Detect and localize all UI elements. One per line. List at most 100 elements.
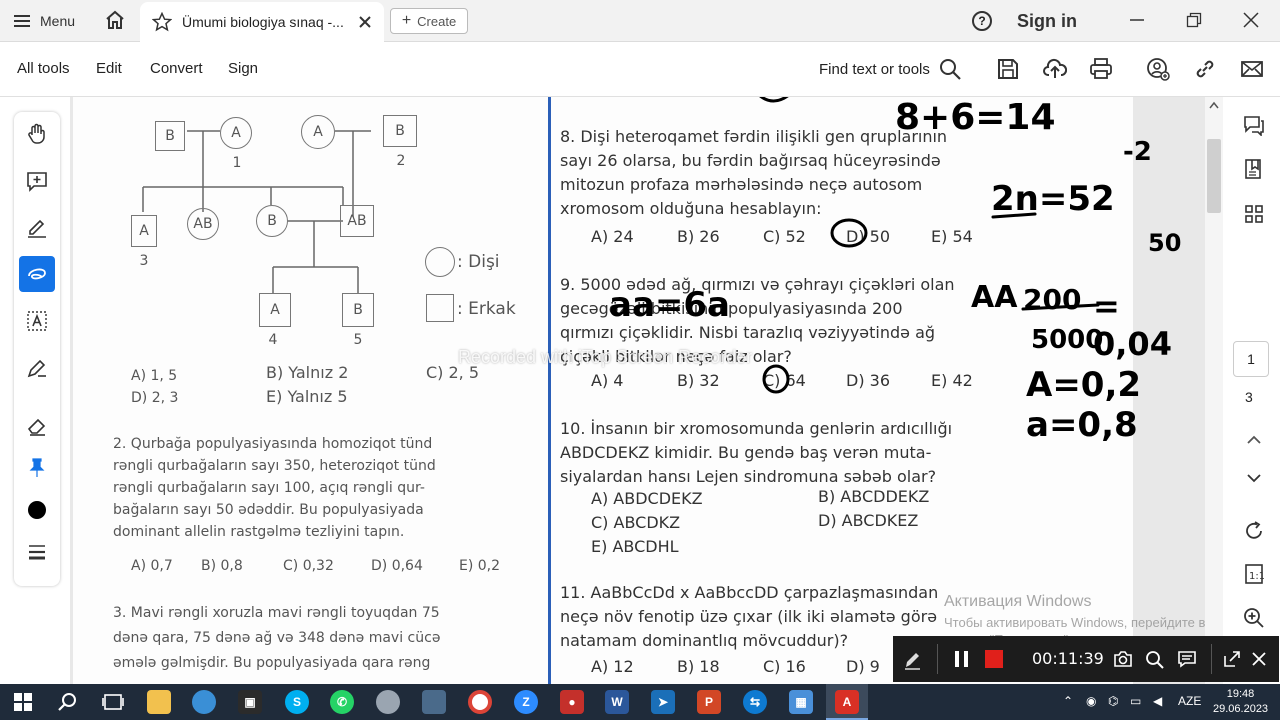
hand-tool-icon[interactable] — [23, 120, 51, 148]
pause-icon[interactable] — [953, 650, 971, 668]
home-icon — [106, 10, 124, 29]
handwriting-200: 200 — [1023, 283, 1082, 316]
plus-icon: + — [401, 12, 412, 29]
text-select-icon[interactable] — [23, 307, 51, 335]
word-icon[interactable]: W — [605, 690, 629, 714]
handwriting-minus2: -2 — [1123, 137, 1152, 167]
sign-in-button[interactable]: Sign in — [1017, 11, 1077, 32]
calculator-icon[interactable]: ▦ — [789, 690, 813, 714]
comments-icon[interactable] — [1241, 112, 1267, 138]
highlight-icon[interactable] — [23, 213, 51, 241]
recorder-app-icon[interactable]: ● — [560, 690, 584, 714]
pin-icon[interactable] — [23, 454, 51, 482]
bookmarks-icon[interactable] — [1241, 156, 1267, 182]
tray-chevron-icon[interactable]: ⌃ — [1063, 694, 1073, 708]
handwriting-result: = 0,04 — [1093, 287, 1172, 363]
all-tools-menu[interactable]: All tools — [17, 60, 70, 77]
zoom-icon[interactable] — [1145, 650, 1165, 670]
email-icon[interactable] — [1240, 57, 1264, 81]
screenshot-camera-icon[interactable] — [1113, 650, 1133, 668]
clock-date: 29.06.2023 — [1213, 703, 1269, 715]
create-label: Create — [417, 13, 457, 29]
star-icon[interactable] — [152, 12, 172, 32]
handwriting-2n: 2n=52 — [991, 179, 1115, 219]
minimize-icon[interactable] — [1127, 10, 1147, 30]
tools-rail — [14, 112, 60, 586]
store-icon[interactable]: ▣ — [238, 690, 262, 714]
zoom-in-icon[interactable] — [1241, 605, 1267, 631]
print-icon[interactable] — [1089, 57, 1113, 81]
scrollbar-thumb[interactable] — [1207, 139, 1221, 213]
windows-start-icon[interactable] — [11, 690, 35, 714]
close-window-icon[interactable] — [1241, 10, 1261, 30]
thumbnails-icon[interactable] — [1241, 201, 1267, 227]
clock[interactable]: 19:48 29.06.2023 — [1213, 687, 1268, 717]
file-explorer-icon[interactable] — [147, 690, 171, 714]
page-number-input[interactable]: 1 — [1233, 341, 1269, 377]
chrome-icon[interactable] — [468, 690, 492, 714]
send-app-icon[interactable]: ➤ — [651, 690, 675, 714]
activation-line-1: Чтобы активировать Windows, перейдите в — [944, 615, 1206, 630]
battery-icon[interactable]: ▭ — [1130, 694, 1141, 708]
task-view-icon[interactable] — [101, 690, 125, 714]
recorder-separator — [937, 644, 938, 674]
fit-page-icon[interactable]: 1:1 — [1241, 561, 1267, 587]
teamviewer-icon[interactable]: ⇆ — [743, 690, 767, 714]
line-weight-icon[interactable] — [23, 538, 51, 566]
skype-icon[interactable]: S — [285, 690, 309, 714]
search-icon[interactable] — [938, 57, 962, 81]
help-icon[interactable]: ? — [972, 11, 992, 31]
expand-icon[interactable] — [1223, 650, 1241, 668]
find-text-button[interactable]: Find text or tools — [819, 61, 930, 78]
page-up-icon[interactable] — [1241, 427, 1267, 453]
edit-menu[interactable]: Edit — [96, 60, 122, 77]
close-recorder-icon[interactable] — [1251, 651, 1267, 667]
zoom-app-icon[interactable]: Z — [514, 690, 538, 714]
restore-icon[interactable] — [1184, 10, 1204, 30]
link-icon[interactable] — [1193, 57, 1217, 81]
stop-record-icon[interactable] — [985, 650, 1003, 668]
sign-pen-icon[interactable] — [23, 354, 51, 382]
paint-app-icon[interactable] — [192, 690, 216, 714]
handwriting-A: A=0,2 — [1026, 365, 1142, 405]
page-total: 3 — [1245, 389, 1253, 405]
acrobat-taskbar-button[interactable]: A — [826, 684, 868, 720]
svg-text:1:1: 1:1 — [1249, 571, 1264, 582]
document-tab[interactable]: Ümumi biologiya sınaq -... — [140, 2, 384, 42]
eraser-icon[interactable] — [23, 412, 51, 440]
vertical-scrollbar[interactable] — [1205, 97, 1223, 685]
save-icon[interactable] — [996, 57, 1020, 81]
taskbar-search-icon[interactable] — [56, 690, 80, 714]
clock-time: 19:48 — [1226, 688, 1255, 700]
recorder-watermark: Recorded with iTop Screen Recorder — [458, 347, 753, 367]
language-indicator[interactable]: AZE — [1178, 694, 1201, 708]
whatsapp-icon[interactable]: ✆ — [330, 690, 354, 714]
windows-taskbar: ▣ S ✆ Z ● W ➤ P ⇆ ▦ A ⌃ ◉ ⌬ ▭ ◀ AZE 19:4… — [0, 684, 1280, 720]
caption-icon[interactable] — [1177, 650, 1197, 668]
home-button[interactable] — [104, 9, 126, 31]
app-icon[interactable] — [376, 690, 400, 714]
volume-icon[interactable]: ◀ — [1153, 694, 1162, 708]
scroll-up-icon[interactable] — [1209, 101, 1219, 109]
sign-menu[interactable]: Sign — [228, 60, 258, 77]
draw-freehand-icon[interactable] — [19, 256, 55, 292]
rotate-icon[interactable] — [1241, 518, 1267, 544]
network-icon[interactable]: ⌬ — [1108, 694, 1118, 708]
share-user-icon[interactable] — [1146, 57, 1170, 81]
handwriting-sum: 8+6=14 — [895, 97, 1056, 138]
add-comment-icon[interactable] — [23, 167, 51, 195]
pen-icon[interactable] — [903, 650, 923, 670]
hamburger-icon — [14, 15, 30, 27]
cloud-upload-icon[interactable] — [1043, 57, 1067, 81]
handwriting-AA: AA — [971, 280, 1018, 315]
page-down-icon[interactable] — [1241, 465, 1267, 491]
create-button[interactable]: + Create — [390, 8, 468, 34]
color-swatch-icon[interactable] — [23, 496, 51, 524]
close-tab-icon[interactable] — [358, 15, 372, 29]
convert-menu[interactable]: Convert — [150, 60, 203, 77]
photo-editor-icon[interactable] — [422, 690, 446, 714]
powerpoint-icon[interactable]: P — [697, 690, 721, 714]
recording-timer: 00:11:39 — [1032, 649, 1104, 668]
menu-button[interactable]: Menu — [14, 9, 75, 33]
tray-app-icon[interactable]: ◉ — [1086, 694, 1096, 708]
